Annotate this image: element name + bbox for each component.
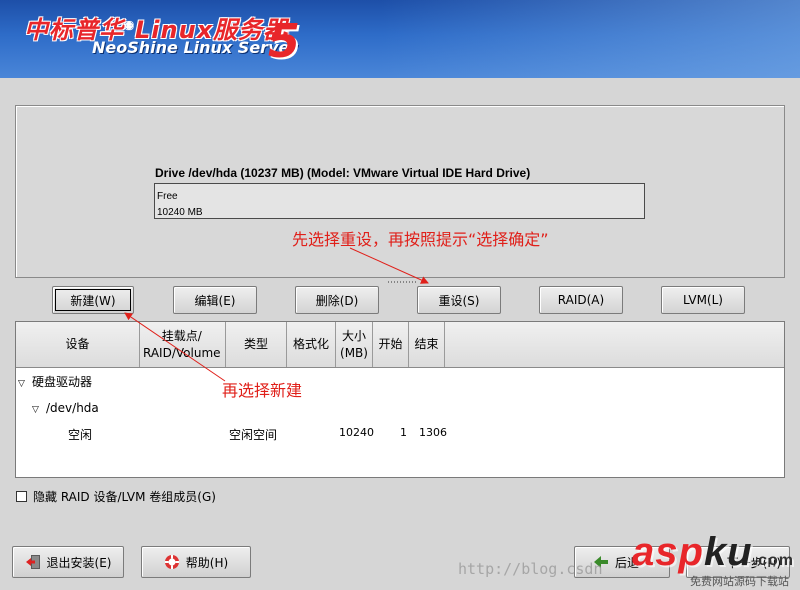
edit-button[interactable]: 编辑(E) (173, 286, 257, 314)
segment-label: Free (157, 191, 178, 202)
partition-table[interactable]: 设备 挂载点/ RAID/Volume 类型 格式化 大小 (MB) 开始 结束… (15, 321, 785, 478)
hide-raid-option[interactable]: 隐藏 RAID 设备/LVM 卷组成员(G) (16, 488, 216, 505)
col-device[interactable]: 设备 (16, 322, 140, 367)
watermark-logo: aspku.com (632, 530, 794, 574)
annotation-step-two: 再选择新建 (222, 381, 303, 400)
col-end[interactable]: 结束 (409, 322, 445, 367)
col-type[interactable]: 类型 (226, 322, 287, 367)
delete-button[interactable]: 删除(D) (295, 286, 379, 314)
tree-item-hard-drives[interactable]: ▽ 硬盘驱动器 (18, 373, 92, 390)
cell-end: 1306 (419, 426, 447, 439)
watermark-subtitle: 免费网站源码下载站 (690, 575, 789, 588)
help-lifebuoy-icon (164, 555, 179, 569)
col-format[interactable]: 格式化 (287, 322, 336, 367)
header-banner: 中标普华®Linux服务器 NeoShine Linux Server 5 (0, 0, 800, 78)
exit-install-button[interactable]: 退出安装(E) (12, 546, 124, 578)
col-size[interactable]: 大小 (MB) (336, 322, 373, 367)
banner-glow (380, 0, 800, 78)
col-start[interactable]: 开始 (373, 322, 409, 367)
drive-free-segment[interactable]: Free 10240 MB (154, 183, 645, 219)
reset-button[interactable]: 重设(S) (417, 286, 501, 314)
expand-triangle-icon[interactable]: ▽ (18, 379, 32, 389)
help-button[interactable]: 帮助(H) (141, 546, 251, 578)
hide-raid-checkbox[interactable] (16, 491, 27, 502)
drive-title: Drive /dev/hda (10237 MB) (Model: VMware… (155, 166, 531, 180)
cell-start: 1 (400, 426, 407, 439)
lvm-button[interactable]: LVM(L) (661, 286, 745, 314)
drive-graphic-panel: Drive /dev/hda (10237 MB) (Model: VMware… (15, 105, 785, 278)
new-button[interactable]: 新建(W) (52, 286, 134, 314)
segment-size: 10240 MB (157, 207, 203, 218)
hide-raid-label: 隐藏 RAID 设备/LVM 卷组成员(G) (33, 490, 216, 504)
col-mount[interactable]: 挂载点/ RAID/Volume (140, 322, 226, 367)
cell-device: 空闲 (68, 428, 93, 442)
raid-button[interactable]: RAID(A) (539, 286, 623, 314)
brand-logo-en: NeoShine Linux Server (92, 38, 298, 57)
expand-triangle-icon[interactable]: ▽ (32, 405, 46, 415)
cell-type: 空闲空间 (229, 428, 278, 442)
watermark-url: http://blog.csdn (458, 560, 603, 578)
annotation-step-one: 先选择重设，再按照提示“选择确定” (292, 230, 549, 249)
cell-size: 10240 (339, 426, 374, 439)
tree-item-device[interactable]: ▽/dev/hda (32, 401, 99, 415)
brand-version-number: 5 (268, 14, 301, 68)
table-header: 设备 挂载点/ RAID/Volume 类型 格式化 大小 (MB) 开始 结束 (16, 322, 784, 368)
exit-icon (25, 555, 40, 569)
